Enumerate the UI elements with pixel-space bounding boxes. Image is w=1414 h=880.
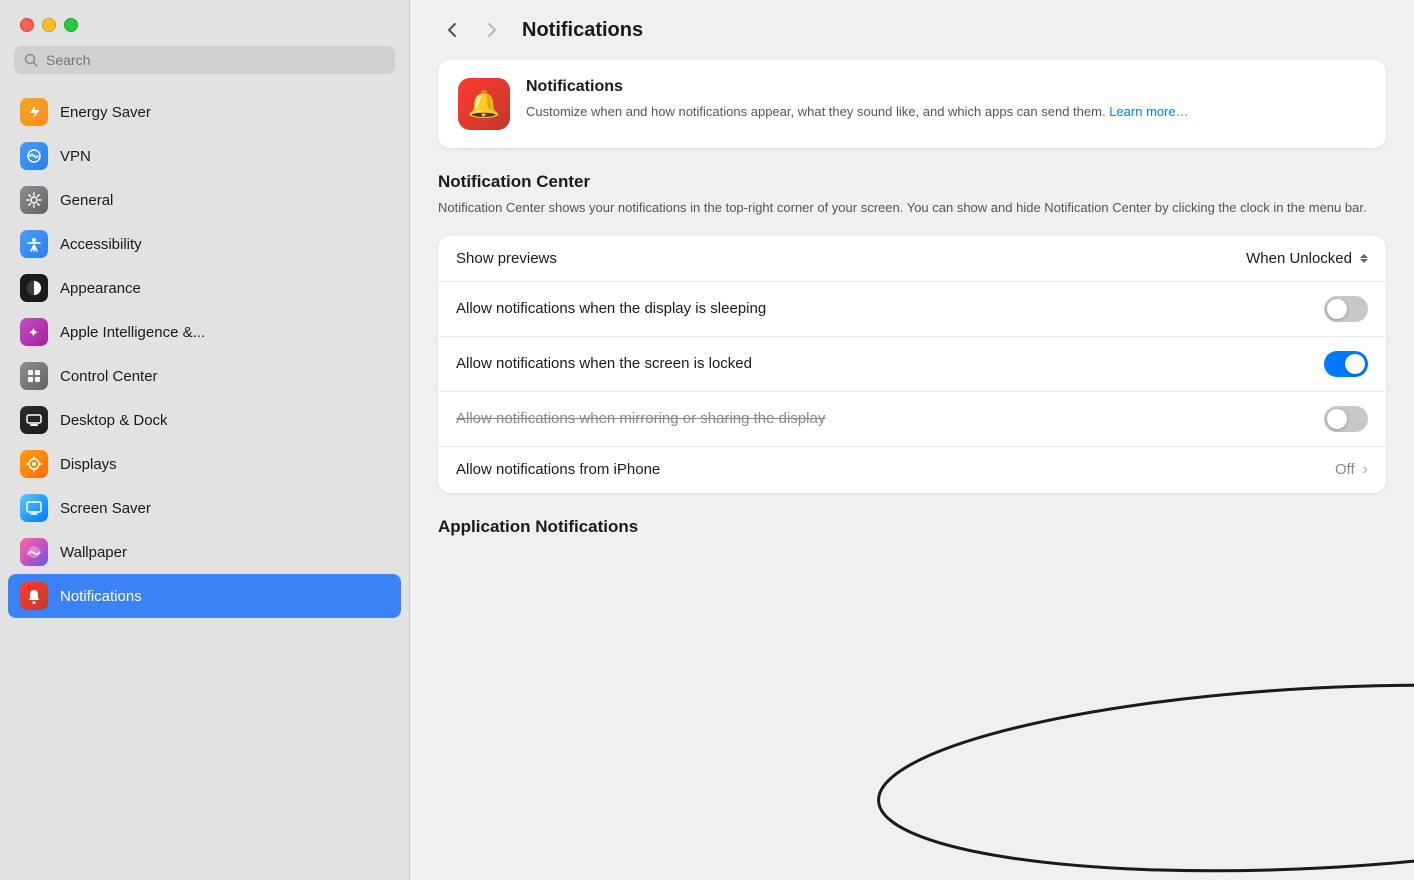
main-content-wrapper: 🔔 Notifications Customize when and how n… bbox=[410, 60, 1414, 880]
search-input[interactable] bbox=[46, 52, 385, 68]
control-center-label: Control Center bbox=[60, 368, 158, 385]
setting-label-allow-locked: Allow notifications when the screen is l… bbox=[456, 355, 752, 372]
general-label: General bbox=[60, 192, 113, 209]
general-icon bbox=[20, 186, 48, 214]
nav-right-allow-iphone: Off › bbox=[1335, 461, 1368, 479]
search-container bbox=[0, 46, 409, 86]
chevrons-show-previews bbox=[1360, 254, 1368, 263]
setting-label-allow-iphone: Allow notifications from iPhone bbox=[456, 461, 660, 478]
back-button[interactable] bbox=[438, 16, 466, 44]
setting-label-allow-sleeping: Allow notifications when the display is … bbox=[456, 300, 766, 317]
setting-label-allow-mirroring: Allow notifications when mirroring or sh… bbox=[456, 410, 825, 427]
toggle-thumb-allow-mirroring bbox=[1327, 409, 1347, 429]
main-content: 🔔 Notifications Customize when and how n… bbox=[410, 60, 1414, 880]
select-value-show-previews: When Unlocked bbox=[1246, 250, 1352, 267]
wallpaper-icon bbox=[20, 538, 48, 566]
screen-saver-icon bbox=[20, 494, 48, 522]
settings-group: Show previews When Unlocked Allow notific… bbox=[438, 236, 1386, 493]
energy-saver-icon bbox=[20, 98, 48, 126]
setting-label-show-previews: Show previews bbox=[456, 250, 557, 267]
notification-center-section: Notification Center Notification Center … bbox=[438, 172, 1386, 218]
apple-intelligence-icon: ✦ bbox=[20, 318, 48, 346]
search-box[interactable] bbox=[14, 46, 395, 74]
setting-select-show-previews[interactable]: When Unlocked bbox=[1246, 250, 1368, 267]
apple-intelligence-label: Apple Intelligence &... bbox=[60, 324, 205, 341]
appearance-label: Appearance bbox=[60, 280, 141, 297]
desktop-dock-icon bbox=[20, 406, 48, 434]
maximize-button[interactable] bbox=[64, 18, 78, 32]
toggle-thumb-allow-sleeping bbox=[1327, 299, 1347, 319]
notifications-icon bbox=[20, 582, 48, 610]
info-card-description: Customize when and how notifications app… bbox=[526, 102, 1189, 122]
sidebar-item-screen-saver[interactable]: Screen Saver bbox=[8, 486, 401, 530]
displays-icon bbox=[20, 450, 48, 478]
minimize-button[interactable] bbox=[42, 18, 56, 32]
wallpaper-label: Wallpaper bbox=[60, 544, 127, 561]
sidebar-item-general[interactable]: General bbox=[8, 178, 401, 222]
notification-center-heading: Notification Center bbox=[438, 172, 1386, 192]
control-center-icon bbox=[20, 362, 48, 390]
sidebar: Energy Saver VPN General Accessibility Appea… bbox=[0, 0, 410, 880]
sidebar-item-vpn[interactable]: VPN bbox=[8, 134, 401, 178]
screen-saver-label: Screen Saver bbox=[60, 500, 151, 517]
accessibility-icon bbox=[20, 230, 48, 258]
info-card: 🔔 Notifications Customize when and how n… bbox=[438, 60, 1386, 148]
setting-row-show-previews[interactable]: Show previews When Unlocked bbox=[438, 236, 1386, 282]
sidebar-item-energy-saver[interactable]: Energy Saver bbox=[8, 90, 401, 134]
sidebar-item-appearance[interactable]: Appearance bbox=[8, 266, 401, 310]
setting-row-allow-mirroring: Allow notifications when mirroring or sh… bbox=[438, 392, 1386, 447]
energy-saver-label: Energy Saver bbox=[60, 104, 151, 121]
sidebar-item-desktop-dock[interactable]: Desktop & Dock bbox=[8, 398, 401, 442]
search-icon bbox=[24, 53, 38, 67]
setting-row-allow-sleeping: Allow notifications when the display is … bbox=[438, 282, 1386, 337]
sidebar-item-control-center[interactable]: Control Center bbox=[8, 354, 401, 398]
main-header: Notifications bbox=[410, 0, 1414, 60]
setting-row-allow-locked: Allow notifications when the screen is l… bbox=[438, 337, 1386, 392]
vpn-label: VPN bbox=[60, 148, 91, 165]
traffic-lights bbox=[0, 0, 409, 46]
desktop-dock-label: Desktop & Dock bbox=[60, 412, 168, 429]
appearance-icon bbox=[20, 274, 48, 302]
sidebar-item-notifications[interactable]: Notifications bbox=[8, 574, 401, 618]
info-card-text: Notifications Customize when and how not… bbox=[526, 78, 1189, 122]
displays-label: Displays bbox=[60, 456, 117, 473]
setting-row-allow-iphone[interactable]: Allow notifications from iPhone Off › bbox=[438, 447, 1386, 493]
sidebar-item-accessibility[interactable]: Accessibility bbox=[8, 222, 401, 266]
main-panel: Notifications 🔔 Notifications Customize … bbox=[410, 0, 1414, 880]
info-card-title: Notifications bbox=[526, 78, 1189, 96]
sidebar-item-apple-intelligence[interactable]: ✦ Apple Intelligence &... bbox=[8, 310, 401, 354]
toggle-allow-mirroring[interactable] bbox=[1324, 406, 1368, 432]
nav-value-allow-iphone: Off bbox=[1335, 461, 1355, 478]
forward-button[interactable] bbox=[478, 16, 506, 44]
toggle-allow-sleeping[interactable] bbox=[1324, 296, 1368, 322]
notification-center-desc: Notification Center shows your notificat… bbox=[438, 198, 1386, 218]
close-button[interactable] bbox=[20, 18, 34, 32]
nav-chevron-allow-iphone: › bbox=[1363, 461, 1368, 479]
sidebar-list: Energy Saver VPN General Accessibility Appea… bbox=[0, 86, 409, 880]
accessibility-label: Accessibility bbox=[60, 236, 142, 253]
learn-more-link[interactable]: Learn more… bbox=[1109, 104, 1188, 119]
svg-text:✦: ✦ bbox=[28, 325, 39, 340]
notifications-label: Notifications bbox=[60, 588, 142, 605]
app-notifications-heading: Application Notifications bbox=[438, 517, 1386, 537]
sidebar-item-displays[interactable]: Displays bbox=[8, 442, 401, 486]
page-title: Notifications bbox=[522, 19, 643, 42]
info-card-icon: 🔔 bbox=[458, 78, 510, 130]
vpn-icon bbox=[20, 142, 48, 170]
sidebar-item-wallpaper[interactable]: Wallpaper bbox=[8, 530, 401, 574]
toggle-allow-locked[interactable] bbox=[1324, 351, 1368, 377]
toggle-thumb-allow-locked bbox=[1345, 354, 1365, 374]
